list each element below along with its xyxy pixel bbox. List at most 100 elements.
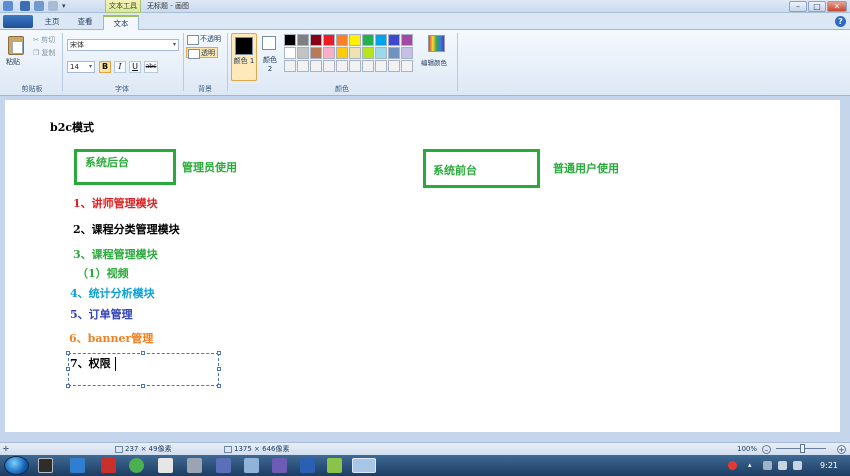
zoom-out-button[interactable]: –: [762, 445, 771, 454]
browser-app-icon[interactable]: [129, 458, 144, 473]
antivirus-tray-icon[interactable]: [728, 461, 737, 470]
palette-color-swatch[interactable]: [388, 34, 400, 46]
palette-color-swatch[interactable]: [388, 47, 400, 59]
palette-color-swatch[interactable]: [349, 34, 361, 46]
palette-color-swatch[interactable]: [297, 47, 309, 59]
copy-button[interactable]: ❐ 复制: [33, 48, 56, 58]
terminal-app-icon[interactable]: [38, 458, 53, 473]
palette-color-swatch[interactable]: [349, 60, 361, 72]
p-app-icon[interactable]: [216, 458, 231, 473]
color-1-button[interactable]: 颜色 1: [231, 33, 257, 81]
list-item: 3、课程管理模块: [73, 248, 158, 261]
palette-color-swatch[interactable]: [375, 47, 387, 59]
palette-color-swatch[interactable]: [362, 34, 374, 46]
palette-color-swatch[interactable]: [401, 60, 413, 72]
cut-button[interactable]: ✂ 剪切: [33, 35, 55, 45]
word-app-icon[interactable]: [300, 458, 315, 473]
font-family-select[interactable]: 宋体 ▾: [67, 39, 179, 51]
palette-color-swatch[interactable]: [323, 60, 335, 72]
application-menu-button[interactable]: [3, 15, 33, 28]
zoom-slider-thumb[interactable]: [800, 444, 805, 453]
palette-color-swatch[interactable]: [362, 60, 374, 72]
palette-color-swatch[interactable]: [297, 34, 309, 46]
paste-icon[interactable]: [8, 36, 24, 55]
palette-color-swatch[interactable]: [284, 34, 296, 46]
redo-icon[interactable]: [48, 1, 58, 11]
paint-taskbar-button[interactable]: [352, 458, 376, 473]
maximize-button[interactable]: □: [808, 1, 826, 12]
palette-color-swatch[interactable]: [297, 60, 309, 72]
palette-color-swatch[interactable]: [310, 34, 322, 46]
color-2-button[interactable]: 颜色 2: [260, 33, 282, 81]
save-icon[interactable]: [20, 1, 30, 11]
edit-colors-icon[interactable]: [428, 35, 445, 52]
volume-icon[interactable]: [793, 461, 802, 470]
palette-color-swatch[interactable]: [362, 47, 374, 59]
vscode-app-icon[interactable]: [70, 458, 85, 473]
help-icon[interactable]: ?: [835, 16, 846, 27]
palette-color-swatch[interactable]: [310, 47, 322, 59]
settings-app-icon[interactable]: [187, 458, 202, 473]
tab-text[interactable]: 文本: [103, 15, 139, 30]
paste-button[interactable]: 粘贴: [6, 57, 20, 67]
transparent-option[interactable]: 透明: [186, 47, 218, 59]
palette-color-swatch[interactable]: [349, 47, 361, 59]
bold-button[interactable]: B: [99, 61, 111, 73]
opaque-option[interactable]: 不透明: [186, 34, 224, 45]
red-app-icon[interactable]: [101, 458, 116, 473]
p2-app-icon[interactable]: [272, 458, 287, 473]
palette-color-swatch[interactable]: [310, 60, 322, 72]
tab-home[interactable]: 主页: [38, 15, 66, 30]
background-group-label: 背景: [198, 85, 212, 93]
resize-handle[interactable]: [217, 367, 221, 371]
start-button[interactable]: [4, 456, 29, 475]
list-item: 2、课程分类管理模块: [73, 223, 180, 236]
palette-color-swatch[interactable]: [401, 34, 413, 46]
undo-icon[interactable]: [34, 1, 44, 11]
group-divider: [227, 33, 228, 91]
palette-color-swatch[interactable]: [375, 34, 387, 46]
palette-color-swatch[interactable]: [284, 47, 296, 59]
resize-handle[interactable]: [66, 351, 70, 355]
resize-handle[interactable]: [141, 351, 145, 355]
tab-view[interactable]: 查看: [70, 15, 100, 30]
palette-color-swatch[interactable]: [323, 34, 335, 46]
font-group-label: 字体: [115, 85, 129, 93]
paint-app-icon[interactable]: [3, 1, 13, 11]
chevron-down-icon: ▾: [88, 63, 92, 70]
palette-color-swatch[interactable]: [388, 60, 400, 72]
zoom-in-button[interactable]: +: [837, 445, 846, 454]
palette-color-swatch[interactable]: [336, 34, 348, 46]
resize-handle[interactable]: [66, 384, 70, 388]
palette-color-swatch[interactable]: [284, 60, 296, 72]
resize-handle[interactable]: [217, 384, 221, 388]
group-divider: [457, 33, 458, 91]
resize-handle[interactable]: [217, 351, 221, 355]
image-app-icon[interactable]: [327, 458, 342, 473]
resize-handle[interactable]: [66, 367, 70, 371]
underline-button[interactable]: U: [129, 61, 141, 73]
palette-color-swatch[interactable]: [336, 47, 348, 59]
tray-app-icon[interactable]: [763, 461, 772, 470]
color-2-swatch: [262, 36, 276, 50]
palette-color-swatch[interactable]: [336, 60, 348, 72]
list-item: 1、讲师管理模块: [73, 197, 158, 210]
resize-handle[interactable]: [141, 384, 145, 388]
tray-expand-icon[interactable]: ▴: [748, 461, 757, 470]
edit-colors-button[interactable]: 编辑颜色: [421, 57, 447, 67]
italic-button[interactable]: I: [114, 61, 126, 73]
color-1-swatch: [235, 37, 253, 55]
palette-color-swatch[interactable]: [323, 47, 335, 59]
file-app-icon[interactable]: [158, 458, 173, 473]
quick-access-dropdown-icon[interactable]: ▾: [62, 2, 66, 10]
window-app-icon[interactable]: [244, 458, 259, 473]
strikethrough-button[interactable]: abc: [144, 61, 158, 73]
text-box-content[interactable]: 7、权限: [70, 357, 111, 371]
close-button[interactable]: ✕: [827, 1, 847, 12]
minimize-button[interactable]: –: [789, 1, 807, 12]
status-bar: ✛ 237 × 49像素 1375 × 646像素 100% – +: [0, 442, 850, 455]
network-icon[interactable]: [778, 461, 787, 470]
font-size-select[interactable]: 14 ▾: [67, 61, 95, 73]
palette-color-swatch[interactable]: [375, 60, 387, 72]
palette-color-swatch[interactable]: [401, 47, 413, 59]
